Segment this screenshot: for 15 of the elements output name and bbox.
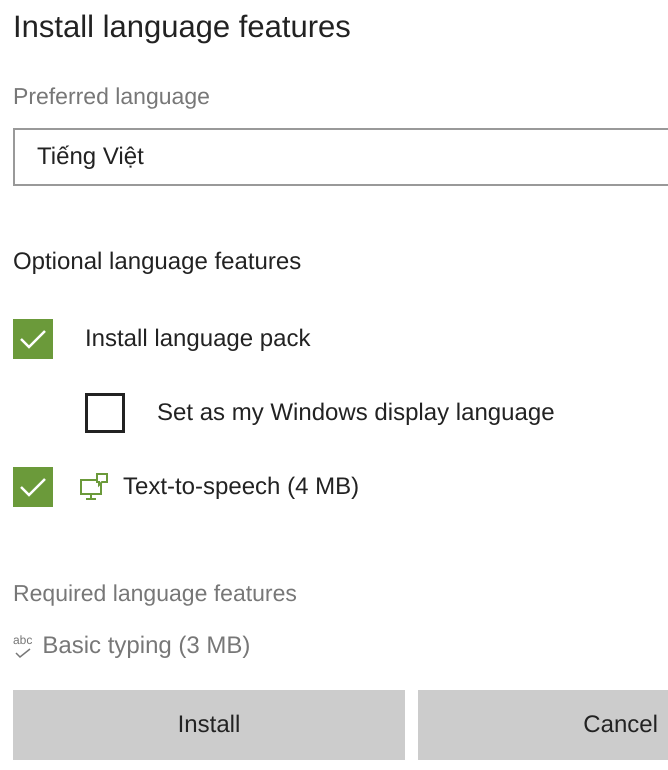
dialog-title: Install language features (13, 8, 352, 46)
cancel-button[interactable]: Cancel (418, 690, 668, 760)
checkbox-label: Set as my Windows display language (157, 398, 555, 428)
section-heading: Optional language features (13, 246, 302, 277)
language-field[interactable]: Tiếng Việt (13, 128, 668, 186)
feature-label: Basic typing (3 MB) (42, 631, 250, 662)
install-button[interactable]: Install (13, 690, 405, 760)
field-label: Preferred language (13, 82, 211, 112)
section-heading: Required language features (13, 578, 298, 608)
checkbox[interactable] (85, 392, 125, 433)
checkbox[interactable] (13, 466, 53, 507)
speech-icon (79, 472, 109, 502)
checkbox[interactable] (13, 318, 53, 359)
checkbox-label: Install language pack (85, 324, 310, 354)
checkbox-label: Text-to-speech (4 MB) (123, 472, 360, 502)
